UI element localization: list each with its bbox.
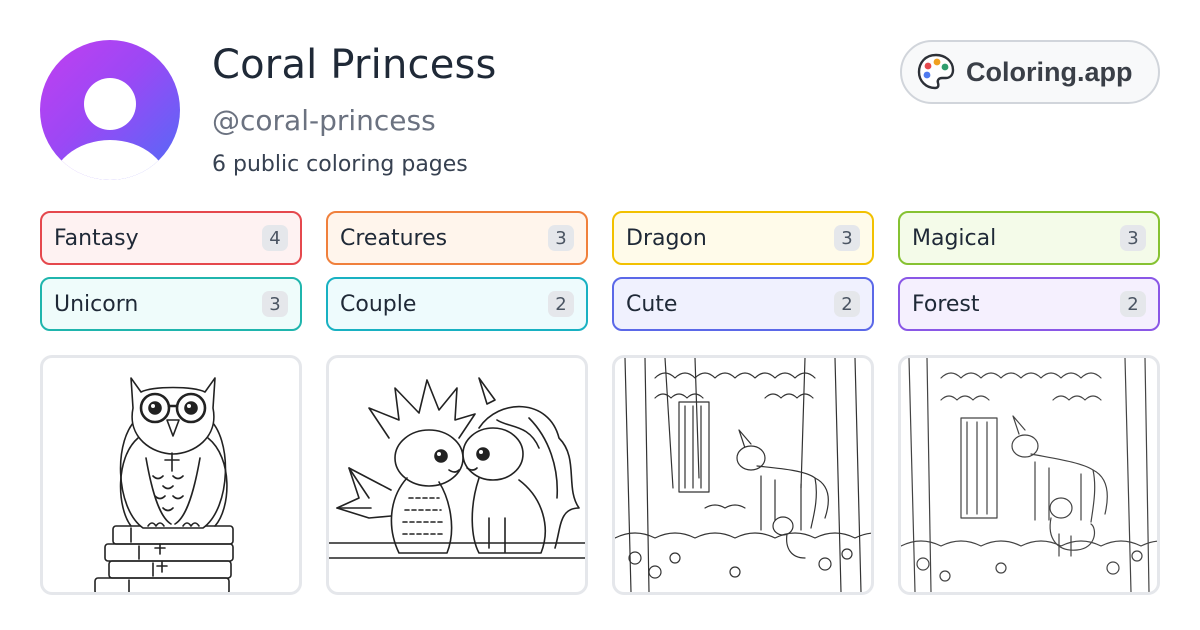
tag-label: Fantasy — [54, 225, 139, 251]
page-count: 6 public coloring pages — [212, 152, 468, 177]
tag-magical[interactable]: Magical 3 — [898, 211, 1160, 265]
owl-on-books-image — [94, 377, 234, 592]
tag-cute[interactable]: Cute 2 — [612, 277, 874, 331]
unicorn-family-forest-image — [901, 358, 1157, 592]
avatar-head-shape — [84, 78, 136, 130]
tag-label: Unicorn — [54, 291, 139, 317]
avatar-shoulders-shape — [50, 140, 170, 180]
tag-label: Dragon — [626, 225, 707, 251]
tag-count: 2 — [548, 291, 574, 317]
coloring-page-thumbnail[interactable] — [898, 355, 1160, 595]
tag-count: 4 — [262, 225, 288, 251]
tag-count: 3 — [1120, 225, 1146, 251]
tag-count: 2 — [1120, 291, 1146, 317]
palette-icon — [917, 53, 955, 90]
tag-count: 3 — [262, 291, 288, 317]
avatar[interactable] — [40, 40, 180, 180]
tag-label: Cute — [626, 291, 678, 317]
profile-name: Coral Princess — [212, 42, 497, 88]
tag-label: Creatures — [340, 225, 448, 251]
tag-count: 3 — [834, 225, 860, 251]
tag-count: 2 — [834, 291, 860, 317]
tag-label: Couple — [340, 291, 417, 317]
tag-label: Forest — [912, 291, 980, 317]
tag-label: Magical — [912, 225, 997, 251]
coloring-page-thumbnail[interactable] — [612, 355, 874, 595]
coloring-page-thumbnail[interactable] — [40, 355, 302, 595]
profile-handle: @coral-princess — [212, 104, 436, 137]
tag-count: 3 — [548, 225, 574, 251]
tag-forest[interactable]: Forest 2 — [898, 277, 1160, 331]
brand-label: Coloring.app — [966, 56, 1133, 87]
coloring-page-thumbnail[interactable] — [326, 355, 588, 595]
tag-couple[interactable]: Couple 2 — [326, 277, 588, 331]
brand-badge[interactable]: Coloring.app — [900, 40, 1160, 104]
tag-creatures[interactable]: Creatures 3 — [326, 211, 588, 265]
tag-dragon[interactable]: Dragon 3 — [612, 211, 874, 265]
unicorns-in-forest-image — [615, 358, 871, 592]
tag-fantasy[interactable]: Fantasy 4 — [40, 211, 302, 265]
tag-unicorn[interactable]: Unicorn 3 — [40, 277, 302, 331]
dragon-and-unicorn-image — [329, 377, 585, 559]
